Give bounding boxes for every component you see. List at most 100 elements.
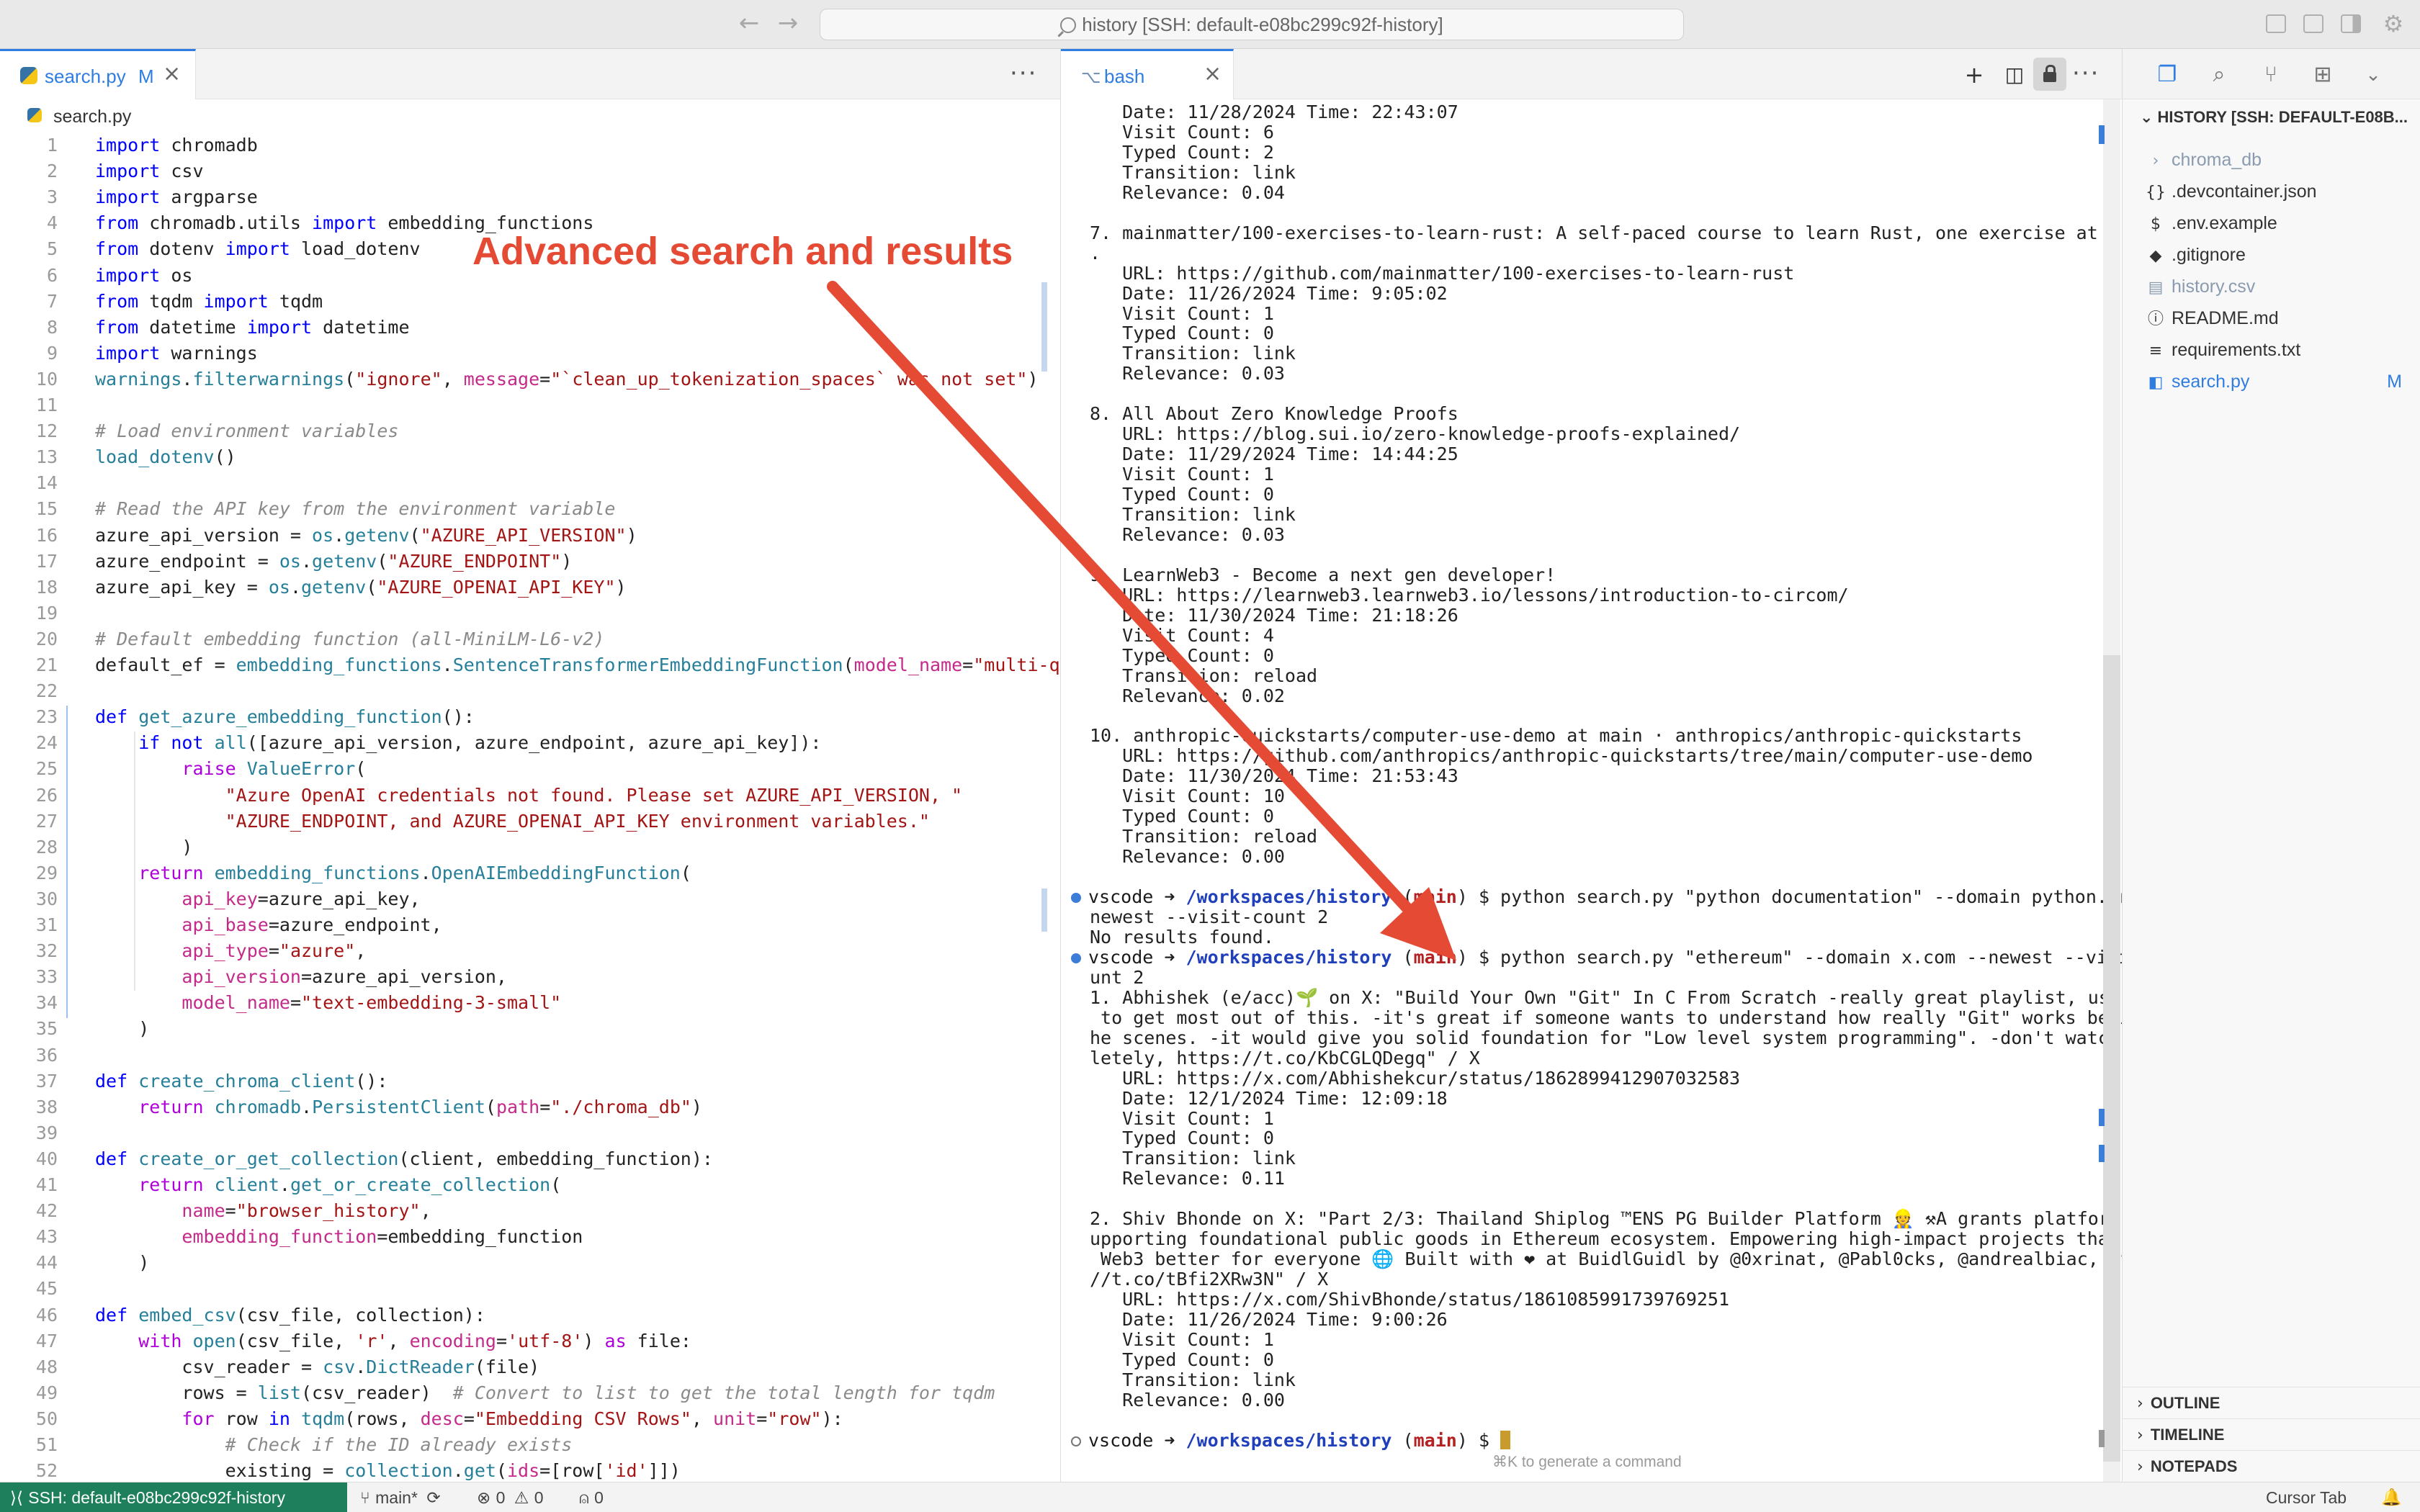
sync-icon[interactable]: ⟳ [426, 1489, 440, 1508]
terminal-scrollbar-thumb[interactable] [2103, 655, 2120, 1462]
code-line[interactable]: 19 [0, 600, 1060, 626]
code-line[interactable]: 7 from tqdm import tqdm [0, 289, 1060, 315]
explorer-item[interactable]: ▤ history.csv [2146, 271, 2412, 302]
explorer-root-folder[interactable]: ⌄ HISTORY [SSH: DEFAULT-E08B... [2140, 108, 2408, 127]
toggle-panel-icon[interactable] [2303, 14, 2323, 33]
code-editor[interactable]: 1 import chromadb 2 import csv 3 import argpa… [0, 132, 1060, 1486]
split-terminal-icon[interactable]: ◫ [2002, 62, 2027, 88]
code-line[interactable]: 36 [0, 1043, 1060, 1068]
explorer-item[interactable]: ≡ requirements.txt [2146, 334, 2412, 366]
section-timeline[interactable]: › TIMELINE [2123, 1418, 2420, 1450]
breadcrumb-file[interactable]: search.py [53, 107, 131, 127]
forward-arrow-icon[interactable]: → [774, 9, 802, 37]
code-line[interactable]: 27 "AZURE_ENDPOINT, and AZURE_OPENAI_API… [0, 809, 1060, 834]
command-status-icon[interactable] [1071, 953, 1081, 963]
terminal-output[interactable]: Date: 11/28/2024 Time: 22:43:07 Visit Co… [1060, 99, 2122, 1482]
toggle-secondary-sidebar-icon[interactable] [2341, 14, 2361, 33]
section-outline[interactable]: › OUTLINE [2123, 1387, 2420, 1418]
code-line[interactable]: 44 ) [0, 1250, 1060, 1276]
command-status-icon[interactable] [1071, 1436, 1081, 1446]
explorer-item[interactable]: $ .env.example [2146, 207, 2412, 239]
code-line[interactable]: 1 import chromadb [0, 132, 1060, 158]
code-line[interactable]: 47 with open(csv_file, 'r', encoding='ut… [0, 1328, 1060, 1354]
command-center-search[interactable]: history [SSH: default-e08bc299c92f-histo… [820, 9, 1684, 40]
tab-bash[interactable]: ⌥ bash × [1061, 49, 1234, 99]
ports-indicator[interactable]: ⍝ 0 [579, 1482, 604, 1512]
terminal-line: 1. Abhishek (e/acc)🌱 on X: "Build Your O… [1090, 986, 2122, 1008]
code-line[interactable]: 39 [0, 1120, 1060, 1146]
new-terminal-icon[interactable]: + [1961, 62, 1987, 88]
problems-indicator[interactable]: ⊗ 0 ⚠ 0 [477, 1482, 544, 1512]
code-line[interactable]: 21 default_ef = embedding_functions.Sente… [0, 652, 1060, 678]
code-line[interactable]: 40 def create_or_get_collection(client, e… [0, 1146, 1060, 1172]
code-line[interactable]: 22 [0, 678, 1060, 704]
code-line[interactable]: 51 # Check if the ID already exists [0, 1432, 1060, 1458]
code-line[interactable]: 35 ) [0, 1016, 1060, 1042]
chevron-down-icon[interactable]: ⌄ [2360, 62, 2386, 88]
remote-indicator[interactable]: ⟩⟨ SSH: default-e08bc299c92f-history [0, 1482, 347, 1512]
code-line[interactable]: 8 from datetime import datetime [0, 315, 1060, 341]
code-line[interactable]: 46 def embed_csv(csv_file, collection): [0, 1302, 1060, 1328]
more-actions-icon[interactable]: ··· [2072, 59, 2099, 88]
tab-search-py[interactable]: search.py M × [0, 49, 196, 99]
code-line[interactable]: 14 [0, 470, 1060, 496]
gear-icon[interactable]: ⚙ [2381, 12, 2406, 36]
code-line[interactable]: 32 api_type="azure", [0, 938, 1060, 964]
code-line[interactable]: 29 return embedding_functions.OpenAIEmbe… [0, 860, 1060, 886]
cursor-tab-status[interactable]: Cursor Tab [2266, 1482, 2347, 1512]
code-line[interactable]: 31 api_base=azure_endpoint, [0, 912, 1060, 938]
code-line[interactable]: 20 # Default embedding function (all-Mini… [0, 626, 1060, 652]
code-line[interactable]: 24 if not all([azure_api_version, azure_… [0, 730, 1060, 756]
source-control-icon[interactable]: ⑂ [2258, 62, 2284, 88]
code-line[interactable]: 37 def create_chroma_client(): [0, 1068, 1060, 1094]
more-actions-icon[interactable]: ··· [1010, 59, 1037, 88]
explorer-item[interactable]: {} .devcontainer.json [2146, 176, 2412, 207]
code-line[interactable]: 26 "Azure OpenAI credentials not found. … [0, 783, 1060, 809]
code-line[interactable]: 13 load_dotenv() [0, 444, 1060, 470]
code-line[interactable]: 38 return chromadb.PersistentClient(path… [0, 1094, 1060, 1120]
explorer-item[interactable]: ◆ .gitignore [2146, 239, 2412, 271]
code-line[interactable]: 41 return client.get_or_create_collectio… [0, 1172, 1060, 1198]
lock-icon[interactable] [2033, 58, 2066, 91]
toggle-primary-sidebar-icon[interactable] [2266, 14, 2286, 33]
code-line[interactable]: 49 rows = list(csv_reader) # Convert to … [0, 1380, 1060, 1406]
code-line[interactable]: 34 model_name="text-embedding-3-small" [0, 990, 1060, 1016]
code-line[interactable]: 18 azure_api_key = os.getenv("AZURE_OPENA… [0, 575, 1060, 600]
close-icon[interactable]: × [1204, 61, 1222, 86]
code-line[interactable]: 43 embedding_function=embedding_function [0, 1224, 1060, 1250]
code-line[interactable]: 12 # Load environment variables [0, 418, 1060, 444]
code-line[interactable]: 45 [0, 1276, 1060, 1302]
terminal-line: No results found. [1090, 926, 1274, 948]
code-line[interactable]: 9 import warnings [0, 341, 1060, 366]
code-line[interactable]: 42 name="browser_history", [0, 1198, 1060, 1224]
branch-indicator[interactable]: ⑂ main* ⟳ [360, 1482, 441, 1512]
code-line[interactable]: 16 azure_api_version = os.getenv("AZURE_A… [0, 523, 1060, 549]
code-text: azure_endpoint = os.getenv("AZURE_ENDPOI… [95, 550, 573, 572]
explorer-item[interactable]: ⓘ README.md [2146, 302, 2412, 334]
code-line[interactable]: 3 import argparse [0, 184, 1060, 210]
code-line[interactable]: 23 def get_azure_embedding_function(): [0, 704, 1060, 730]
code-line[interactable]: 28 ) [0, 834, 1060, 860]
terminal-line: URL: https://blog.sui.io/zero-knowledge-… [1090, 423, 1741, 445]
code-line[interactable]: 2 import csv [0, 158, 1060, 184]
code-line[interactable]: 52 existing = collection.get(ids=[row['i… [0, 1458, 1060, 1484]
code-line[interactable]: 48 csv_reader = csv.DictReader(file) [0, 1354, 1060, 1380]
code-line[interactable]: 33 api_version=azure_api_version, [0, 964, 1060, 990]
code-line[interactable]: 17 azure_endpoint = os.getenv("AZURE_ENDP… [0, 549, 1060, 575]
section-notepads[interactable]: › NOTEPADS [2123, 1450, 2420, 1482]
close-icon[interactable]: × [163, 61, 181, 86]
code-line[interactable]: 30 api_key=azure_api_key, [0, 886, 1060, 912]
code-line[interactable]: 50 for row in tqdm(rows, desc="Embedding… [0, 1406, 1060, 1432]
code-line[interactable]: 10 warnings.filterwarnings("ignore", mess… [0, 366, 1060, 392]
back-arrow-icon[interactable]: ← [735, 9, 763, 37]
explorer-item[interactable]: ◧ search.py M [2146, 366, 2412, 397]
explorer-item[interactable]: › chroma_db [2146, 144, 2412, 176]
extensions-icon[interactable]: ⊞ [2310, 62, 2336, 88]
code-line[interactable]: 15 # Read the API key from the environmen… [0, 496, 1060, 522]
bell-icon[interactable]: 🔔 [2381, 1482, 2402, 1512]
code-line[interactable]: 25 raise ValueError( [0, 756, 1060, 782]
code-line[interactable]: 11 [0, 392, 1060, 418]
command-status-icon[interactable] [1071, 893, 1081, 904]
explorer-icon[interactable]: ❐ [2154, 62, 2180, 88]
search-icon[interactable]: ⌕ [2206, 62, 2232, 88]
